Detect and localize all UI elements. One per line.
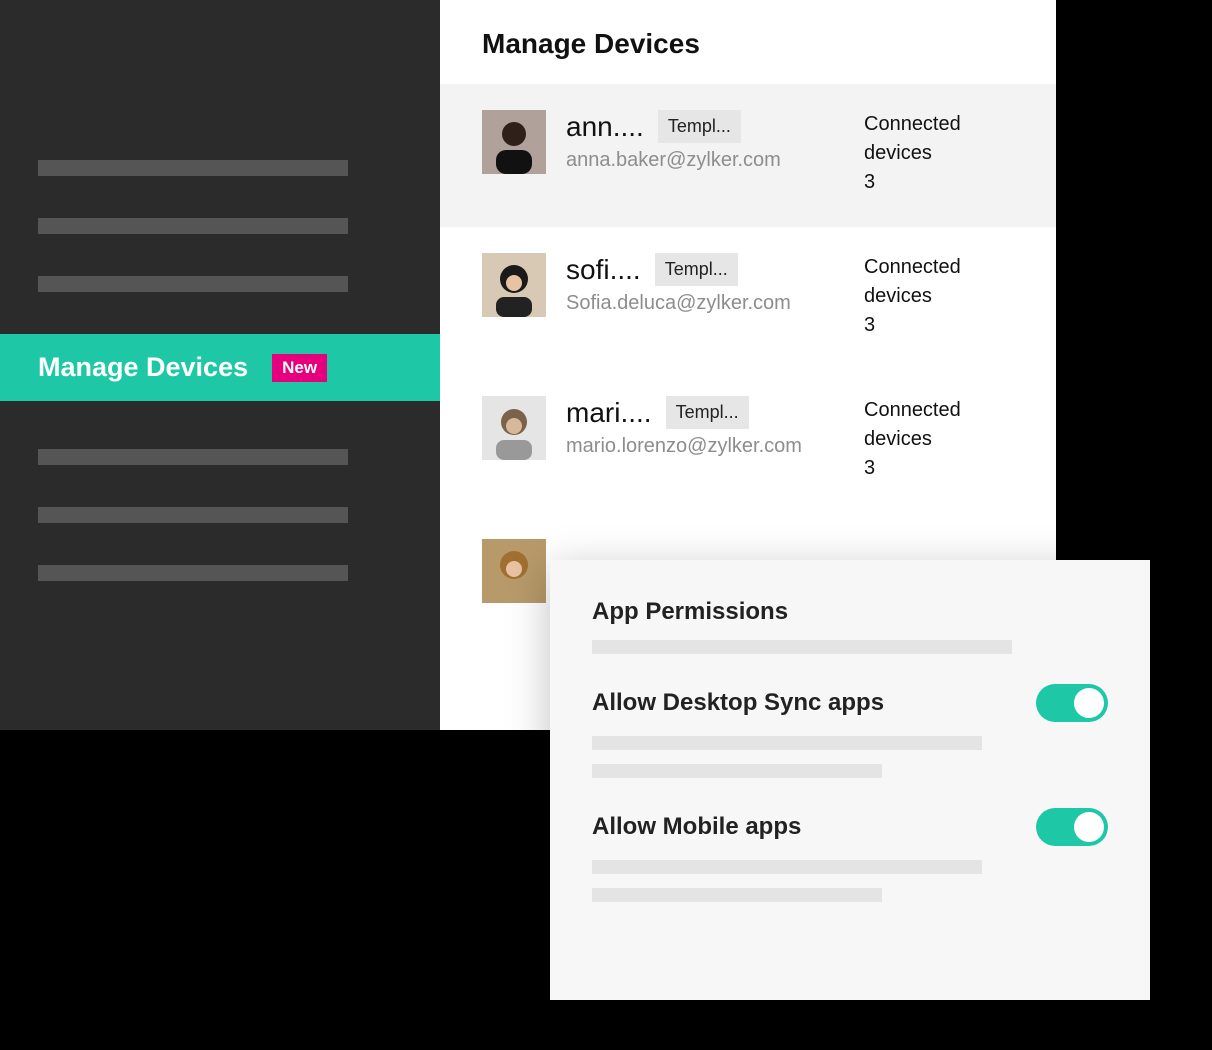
user-row[interactable]: mari.... Templ... mario.lorenzo@zylker.c… — [440, 370, 1056, 513]
user-info: ann.... Templ... anna.baker@zylker.com — [566, 110, 864, 172]
connected-devices-count: 3 — [864, 311, 1014, 340]
connected-devices: Connected devices 3 — [864, 396, 1014, 483]
text-placeholder — [592, 764, 882, 778]
text-placeholder — [592, 736, 982, 750]
sidebar-placeholder — [38, 276, 348, 292]
app-permissions-panel: App Permissions Allow Desktop Sync apps … — [550, 560, 1150, 1000]
sidebar-placeholder — [38, 160, 348, 176]
sidebar-placeholder — [38, 507, 348, 523]
user-tag[interactable]: Templ... — [666, 396, 749, 429]
connected-devices-count: 3 — [864, 454, 1014, 483]
user-email: Sofia.deluca@zylker.com — [566, 292, 864, 315]
toggle-desktop-sync[interactable] — [1036, 684, 1108, 722]
avatar — [482, 253, 546, 317]
user-tag[interactable]: Templ... — [655, 253, 738, 286]
page-title: Manage Devices — [440, 0, 1056, 84]
avatar — [482, 110, 546, 174]
user-email: anna.baker@zylker.com — [566, 149, 864, 172]
permissions-title: App Permissions — [592, 598, 1108, 626]
user-name: sofi.... — [566, 254, 641, 286]
permission-label: Allow Mobile apps — [592, 813, 801, 841]
avatar — [482, 539, 546, 603]
connected-devices-label: Connected devices — [864, 396, 1014, 454]
avatar — [482, 396, 546, 460]
connected-devices-label: Connected devices — [864, 253, 1014, 311]
sidebar-placeholder — [38, 565, 348, 581]
connected-devices: Connected devices 3 — [864, 110, 1014, 197]
user-name: mari.... — [566, 397, 652, 429]
sidebar-item-label: Manage Devices — [38, 352, 248, 383]
new-badge: New — [272, 354, 327, 382]
user-row[interactable]: ann.... Templ... anna.baker@zylker.com C… — [440, 84, 1056, 227]
text-placeholder — [592, 888, 882, 902]
sidebar-item-manage-devices[interactable]: Manage Devices New — [0, 334, 440, 401]
connected-devices: Connected devices 3 — [864, 253, 1014, 340]
toggle-mobile-apps[interactable] — [1036, 808, 1108, 846]
connected-devices-label: Connected devices — [864, 110, 1014, 168]
user-row[interactable]: sofi.... Templ... Sofia.deluca@zylker.co… — [440, 227, 1056, 370]
user-tag[interactable]: Templ... — [658, 110, 741, 143]
sidebar-placeholder — [38, 218, 348, 234]
sidebar: Manage Devices New — [0, 0, 440, 730]
user-name: ann.... — [566, 111, 644, 143]
user-info: mari.... Templ... mario.lorenzo@zylker.c… — [566, 396, 864, 458]
text-placeholder — [592, 860, 982, 874]
connected-devices-count: 3 — [864, 168, 1014, 197]
permission-item: Allow Desktop Sync apps — [592, 684, 1108, 778]
permission-item: Allow Mobile apps — [592, 808, 1108, 902]
user-info: sofi.... Templ... Sofia.deluca@zylker.co… — [566, 253, 864, 315]
sidebar-placeholder — [38, 449, 348, 465]
text-placeholder — [592, 640, 1012, 654]
user-email: mario.lorenzo@zylker.com — [566, 435, 864, 458]
permission-label: Allow Desktop Sync apps — [592, 689, 884, 717]
